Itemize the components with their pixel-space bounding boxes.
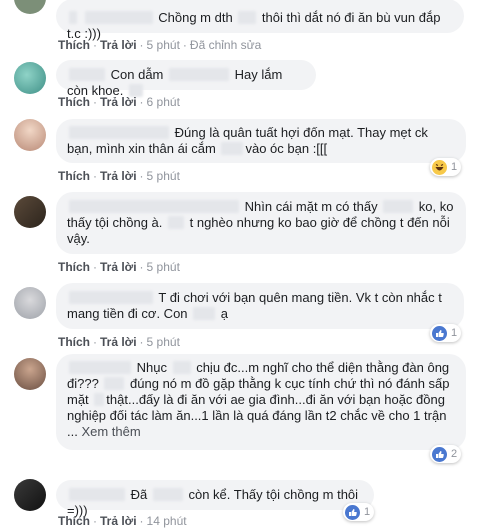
reaction-count: 2 bbox=[451, 448, 458, 460]
reply-link[interactable]: Trả lời bbox=[100, 95, 137, 109]
comment-actions: Thích · Trả lời · 5 phút · Đã chỉnh sửa bbox=[58, 38, 262, 52]
like-icon bbox=[345, 504, 360, 520]
comment-actions: Thích · Trả lời · 5 phút bbox=[58, 260, 180, 274]
reaction-summary[interactable]: 2 bbox=[430, 445, 462, 463]
comment-actions: Thích · Trả lời · 6 phút bbox=[58, 95, 180, 109]
like-link[interactable]: Thích bbox=[58, 260, 90, 274]
comment-bubble: Đúng là quân tuất hợi đốn mạt. Thay mẹt … bbox=[56, 119, 466, 163]
comment-bubble: Con dẫm Hay lắm còn khoe. bbox=[56, 60, 316, 98]
comment-actions: Thích · Trả lời · 5 phút bbox=[58, 169, 180, 183]
reaction-count: 1 bbox=[451, 327, 458, 339]
reaction-summary[interactable]: 1 bbox=[430, 324, 462, 342]
comment-bubble: Nhục chịu đc...m nghĩ cho thể diện thằng… bbox=[56, 354, 466, 450]
see-more-link[interactable]: Xem thêm bbox=[81, 424, 140, 439]
timestamp[interactable]: 5 phút bbox=[147, 335, 180, 349]
timestamp[interactable]: 5 phút bbox=[147, 169, 180, 183]
avatar[interactable] bbox=[14, 358, 46, 390]
timestamp[interactable]: 6 phút bbox=[147, 95, 180, 109]
like-link[interactable]: Thích bbox=[58, 95, 90, 109]
reply-link[interactable]: Trả lời bbox=[100, 169, 137, 183]
comment-bubble: Đã còn kể. Thấy tội chồng m thôi =))) bbox=[56, 480, 374, 518]
edited-label[interactable]: Đã chỉnh sửa bbox=[190, 38, 261, 52]
comment-bubble: Chồng m dth thôi thì dắt nó đi ăn bù vun… bbox=[56, 0, 464, 41]
comment-actions: Thích · Trả lời · 5 phút bbox=[58, 335, 180, 349]
reply-link[interactable]: Trả lời bbox=[100, 514, 137, 528]
comment-bubble: T đi chơi với bạn quên mang tiền. Vk t c… bbox=[56, 283, 464, 329]
avatar[interactable] bbox=[14, 287, 46, 319]
reaction-summary[interactable]: 1 bbox=[343, 503, 375, 521]
comment-bubble: Nhìn cái mặt m có thấy ko, ko thấy tội c… bbox=[56, 192, 466, 254]
timestamp[interactable]: 5 phút bbox=[147, 38, 180, 52]
timestamp[interactable]: 5 phút bbox=[147, 260, 180, 274]
avatar[interactable] bbox=[14, 62, 46, 94]
avatar[interactable] bbox=[14, 119, 46, 151]
reaction-count: 1 bbox=[451, 161, 458, 173]
avatar[interactable] bbox=[14, 479, 46, 511]
like-link[interactable]: Thích bbox=[58, 169, 90, 183]
haha-icon bbox=[432, 159, 447, 175]
like-icon bbox=[432, 446, 447, 462]
reply-link[interactable]: Trả lời bbox=[100, 335, 137, 349]
like-link[interactable]: Thích bbox=[58, 335, 90, 349]
reaction-count: 1 bbox=[364, 506, 371, 518]
reply-link[interactable]: Trả lời bbox=[100, 260, 137, 274]
timestamp[interactable]: 14 phút bbox=[147, 514, 187, 528]
reaction-summary[interactable]: 1 bbox=[430, 158, 462, 176]
like-link[interactable]: Thích bbox=[58, 514, 90, 528]
like-icon bbox=[432, 325, 447, 341]
reply-link[interactable]: Trả lời bbox=[100, 38, 137, 52]
avatar[interactable] bbox=[14, 196, 46, 228]
avatar[interactable] bbox=[14, 0, 46, 14]
like-link[interactable]: Thích bbox=[58, 38, 90, 52]
comment-actions: Thích · Trả lời · 14 phút bbox=[58, 514, 187, 528]
